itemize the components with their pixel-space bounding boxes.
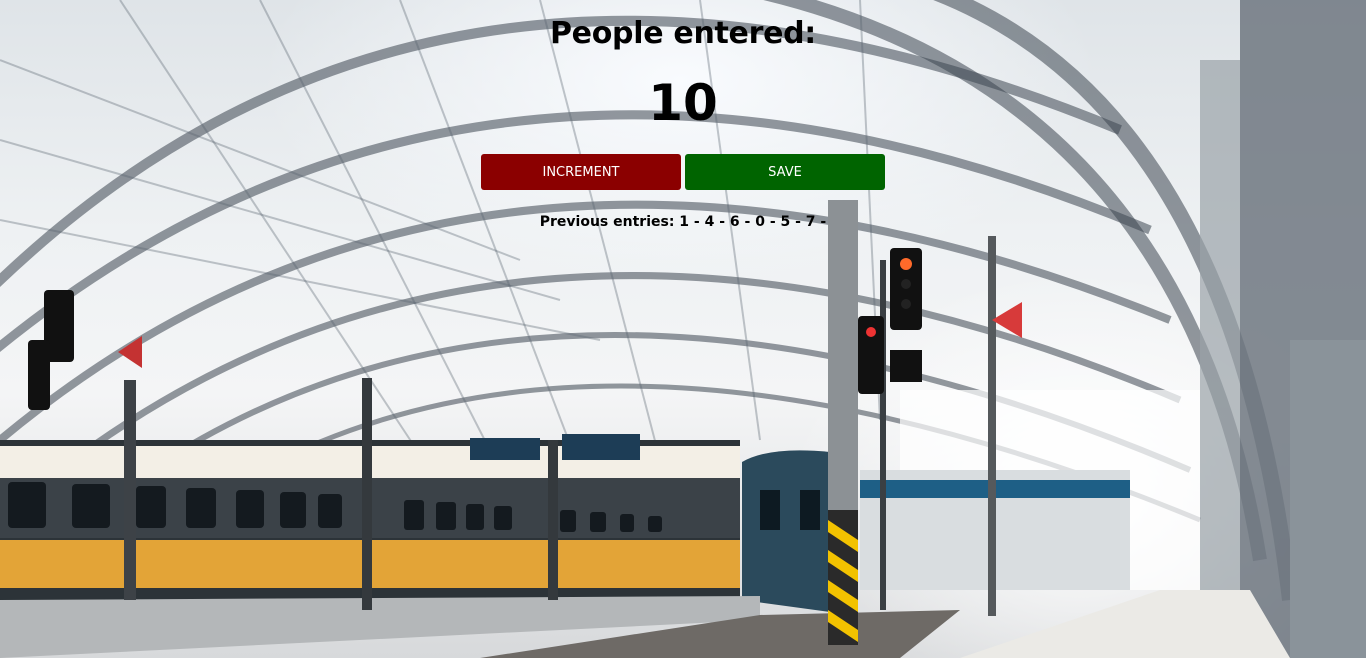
increment-button[interactable]: INCREMENT [481,154,681,190]
page-title: People entered: [550,16,816,51]
save-button[interactable]: SAVE [685,154,885,190]
previous-entries-text: Previous entries: 1 - 4 - 6 - 0 - 5 - 7 … [539,214,827,230]
people-count: 10 [648,74,718,132]
